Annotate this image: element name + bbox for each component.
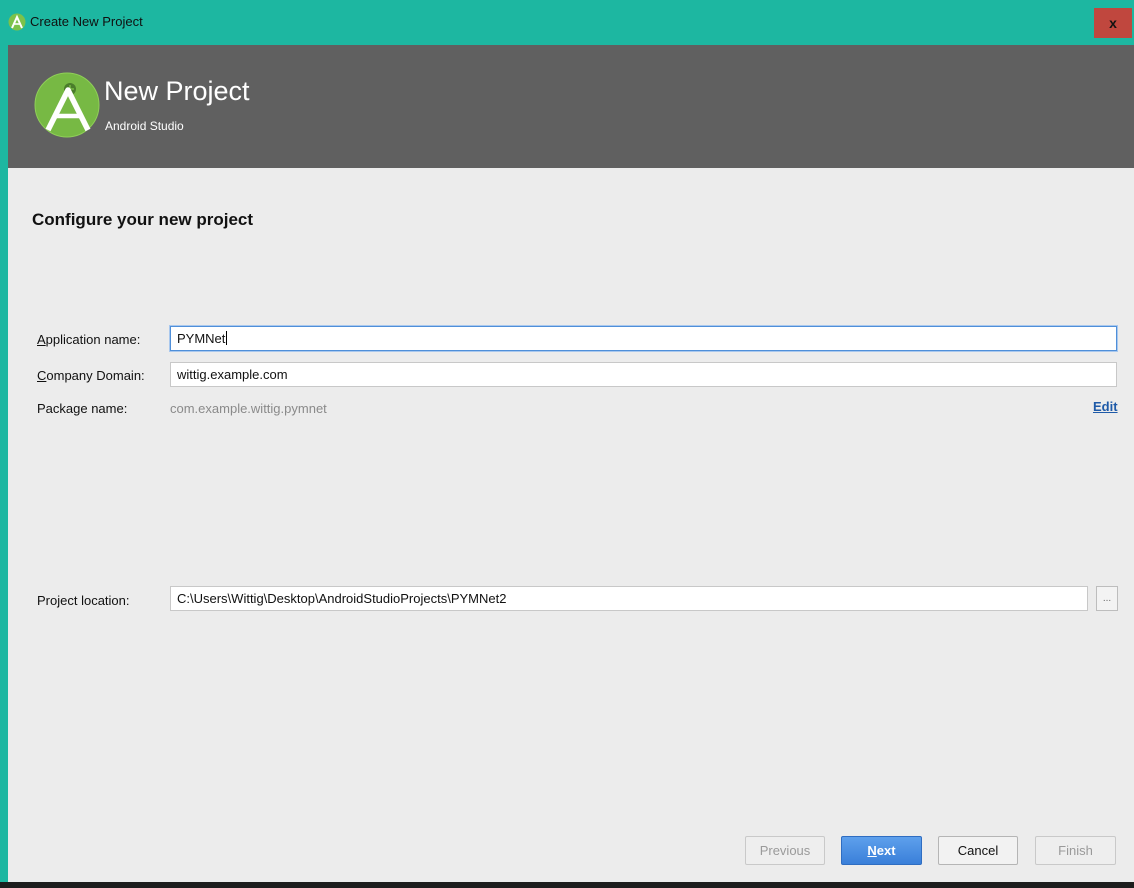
application-name-label-mnemonic: A: [37, 332, 46, 347]
header-title: New Project: [104, 76, 250, 106]
android-studio-logo-icon: [34, 72, 100, 138]
wizard-content: Configure your new project Application n…: [8, 168, 1134, 882]
company-domain-label-mnemonic: C: [37, 368, 47, 383]
application-name-label: Application name:: [37, 332, 140, 347]
package-name-value: com.example.wittig.pymnet: [170, 401, 327, 416]
browse-location-button[interactable]: ...: [1096, 586, 1118, 611]
project-location-label: Project location:: [37, 593, 130, 608]
next-button[interactable]: Next: [841, 836, 922, 865]
application-name-input[interactable]: PYMNet: [170, 326, 1117, 351]
next-button-text: ext: [876, 843, 896, 858]
create-project-window: Create New Project x New Project Android…: [0, 0, 1134, 882]
wizard-header: New Project Android Studio: [8, 45, 1134, 168]
company-domain-input[interactable]: wittig.example.com: [170, 362, 1117, 387]
package-name-label: Package name:: [37, 401, 128, 416]
application-name-label-text: pplication name:: [45, 332, 141, 347]
text-caret: [226, 331, 228, 345]
company-domain-label-text: ompany Domain:: [46, 368, 145, 383]
previous-button[interactable]: Previous: [745, 836, 825, 865]
android-studio-icon: [8, 13, 26, 31]
company-domain-value: wittig.example.com: [177, 367, 288, 382]
next-button-mnemonic: N: [867, 843, 877, 858]
taskbar-strip: [0, 882, 1134, 888]
application-name-value: PYMNet: [177, 331, 226, 346]
company-domain-label: Company Domain:: [37, 368, 145, 383]
header-subtitle: Android Studio: [105, 119, 184, 133]
section-title: Configure your new project: [32, 210, 254, 229]
project-location-input[interactable]: C:\Users\Wittig\Desktop\AndroidStudioPro…: [170, 586, 1088, 611]
cancel-button[interactable]: Cancel: [938, 836, 1018, 865]
project-location-value: C:\Users\Wittig\Desktop\AndroidStudioPro…: [177, 591, 507, 606]
close-button[interactable]: x: [1094, 8, 1132, 38]
title-bar[interactable]: Create New Project x: [0, 0, 1134, 45]
window-title: Create New Project: [30, 14, 143, 29]
edit-package-link[interactable]: Edit: [1093, 399, 1118, 414]
finish-button[interactable]: Finish: [1035, 836, 1116, 865]
